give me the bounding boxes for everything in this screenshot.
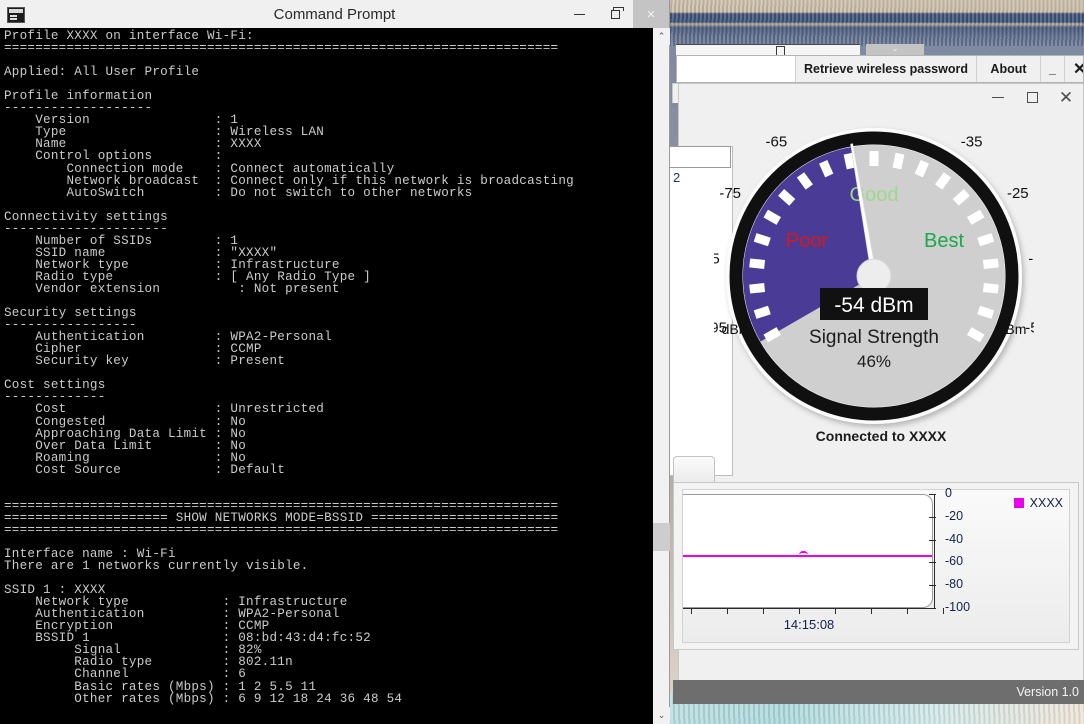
gauge-scale-label: -65 [766,134,788,151]
chart-y-tick [929,494,936,495]
gauge-scale-label: -75 [719,185,741,202]
gauge-scale-label: -50 [863,116,885,119]
legend-swatch [1013,498,1024,508]
chart-y-axis: 0 -20 -40 -60 -80 -100 [929,486,970,614]
chart-tab[interactable] [673,456,715,484]
chart-legend: XXXX [1013,496,1063,510]
retrieve-wireless-password-button[interactable]: Retrieve wireless password [795,56,976,82]
gauge-value-text: -54 dBm [834,294,913,317]
console-output[interactable]: Profile XXXX on interface Wi-Fi: =======… [0,28,652,724]
chart-y-tick-label: -40 [945,531,964,546]
chart-y-tick-label: 0 [945,486,952,500]
chart-y-tick-label: -60 [945,554,964,569]
gauge-hub [856,258,892,294]
signal-history-chart-panel: 0 -20 -40 -60 -80 -100 14:15:08 XXXX [673,482,1079,650]
maximize-icon[interactable] [776,46,785,55]
connected-status-label: Connected to XXXX [815,428,947,444]
chart-series-bump [799,551,808,556]
gauge-scale-label: -5 [1025,319,1034,336]
version-label: Version 1.0 [1016,685,1079,699]
chart-y-tick [929,539,936,541]
gauge-svg: Poor Good Best -54 dBm Signal Strength 4… [714,116,1034,424]
status-bar: Version 1.0 [673,680,1084,704]
legend-label: XXXX [1029,496,1063,510]
chart-inner: 0 -20 -40 -60 -80 -100 14:15:08 XXXX [682,486,1070,643]
chart-x-tick [727,608,728,614]
gauge-scale-label: -15 [1028,251,1034,268]
chart-x-tick [871,608,872,614]
minimize-button[interactable]: _ [1039,56,1064,82]
chart-y-tick-label: -100 [945,600,971,614]
chart-x-tick [691,608,692,614]
chart-y-tick-label: -80 [945,577,964,592]
gauge-unit-right: dBm [998,321,1027,337]
signal-window-titlebar[interactable]: ✕ [679,84,1083,110]
command-prompt-body: Profile XXXX on interface Wi-Fi: =======… [0,28,670,724]
console-text: Profile XXXX on interface Wi-Fi: =======… [4,29,574,706]
chart-x-tick [943,608,944,614]
gauge-caption: Signal Strength [809,327,939,348]
wireless-password-blank-cell [677,56,795,82]
signal-strength-gauge: Poor Good Best -54 dBm Signal Strength 4… [679,110,1084,440]
chart-x-tick [835,608,836,614]
chart-x-tick [907,608,908,614]
chart-y-tick [929,516,936,518]
minimize-button[interactable] [981,84,1015,110]
chart-x-tick [799,608,800,614]
chart-x-tick-label: 14:15:08 [783,617,835,632]
chart-y-tick-label: -20 [945,508,964,523]
gauge-unit-left: dBm [722,321,751,337]
maximize-button[interactable] [1015,84,1049,110]
wifi-signal-strength-window[interactable]: ✕ 2 Poor Good Best -54 dBm Signal Streng… [661,83,1084,704]
chart-y-tick [929,585,936,587]
gauge-zone-poor: Poor [786,230,829,252]
scrollbar-thumb[interactable] [653,523,670,551]
chart-x-tick [763,608,764,614]
gauge-percent: 46% [857,352,891,371]
wireless-password-window[interactable]: Retrieve wireless password About _ ✕ [676,55,1084,83]
close-button[interactable]: ✕ [1049,84,1083,110]
gauge-scale-label: -35 [961,134,983,151]
about-button[interactable]: About [975,56,1040,82]
gauge-scale-label: -85 [714,251,720,268]
scroll-down-button[interactable]: ⌄ [653,707,670,724]
command-prompt-titlebar[interactable]: Command Prompt × [0,0,669,28]
scroll-up-button[interactable]: ⌃ [653,28,670,45]
chart-x-axis [683,608,944,614]
window-title: Command Prompt [273,5,396,23]
gauge-zone-best: Best [924,230,964,252]
command-prompt-window[interactable]: Command Prompt × Profile XXXX on interfa… [0,0,670,724]
chart-y-tick [929,562,936,564]
console-scrollbar[interactable]: ⌃ ⌄ [652,28,670,724]
chart-plot-area [683,494,933,608]
gauge-scale-label: -25 [1007,185,1029,202]
gauge-zone-good: Good [850,184,899,206]
close-button[interactable]: ✕ [1063,56,1083,82]
